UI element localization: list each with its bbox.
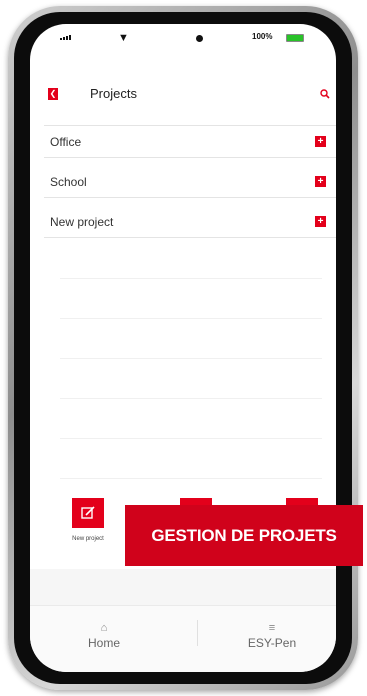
nav-divider — [197, 620, 198, 646]
plus-icon: + — [317, 136, 324, 147]
signal-icon — [60, 35, 71, 40]
home-icon: ⌂ — [100, 622, 108, 634]
empty-row-line — [60, 318, 322, 319]
search-button[interactable] — [320, 86, 330, 104]
chevron-left-icon: ❮ — [49, 89, 57, 98]
front-camera — [196, 35, 203, 42]
app-header: ❮ Projects — [30, 80, 336, 110]
empty-row-line — [60, 438, 322, 439]
empty-row-line — [60, 358, 322, 359]
wifi-icon: ▼ — [118, 32, 129, 44]
new-project-label: New project — [72, 536, 104, 542]
header-divider — [44, 125, 336, 126]
nav-home-label: Home — [87, 636, 120, 650]
plus-icon: + — [317, 216, 324, 227]
project-label: Office — [50, 135, 82, 149]
project-row[interactable]: School + — [50, 172, 326, 194]
row-divider — [44, 157, 336, 158]
sliders-icon: ≡ — [268, 622, 276, 634]
add-item-button[interactable]: + — [315, 136, 326, 147]
battery-percentage: 100% — [252, 32, 273, 41]
page-title: Projects — [90, 86, 137, 101]
empty-row-line — [60, 278, 322, 279]
nav-home[interactable]: ⌂ Home — [54, 622, 154, 650]
row-divider — [44, 237, 336, 238]
row-divider — [44, 197, 336, 198]
project-label: New project — [50, 215, 114, 229]
plus-icon: + — [317, 176, 324, 187]
app-screen: ▼ 100% ❮ Projects Office + School + New … — [30, 24, 336, 672]
search-icon — [320, 89, 330, 99]
status-bar: ▼ 100% — [30, 24, 336, 52]
battery-icon — [286, 34, 304, 42]
project-label: School — [50, 175, 87, 189]
new-project-button[interactable] — [72, 498, 104, 528]
edit-icon — [81, 506, 95, 519]
empty-row-line — [60, 398, 322, 399]
empty-row-line — [60, 478, 322, 479]
bottom-nav: ⌂ Home ≡ ESY-Pen — [30, 605, 336, 672]
battery-level-fill — [287, 35, 303, 41]
add-item-button[interactable]: + — [315, 216, 326, 227]
bottom-spacer — [30, 569, 336, 605]
project-row[interactable]: New project + — [50, 212, 326, 234]
nav-esy-pen-label: ESY-Pen — [247, 636, 297, 650]
add-item-button[interactable]: + — [315, 176, 326, 187]
nav-esy-pen[interactable]: ≡ ESY-Pen — [222, 622, 322, 650]
promo-banner: GESTION DE PROJETS — [125, 505, 363, 566]
back-button[interactable]: ❮ — [48, 88, 58, 100]
project-row[interactable]: Office + — [50, 132, 326, 154]
